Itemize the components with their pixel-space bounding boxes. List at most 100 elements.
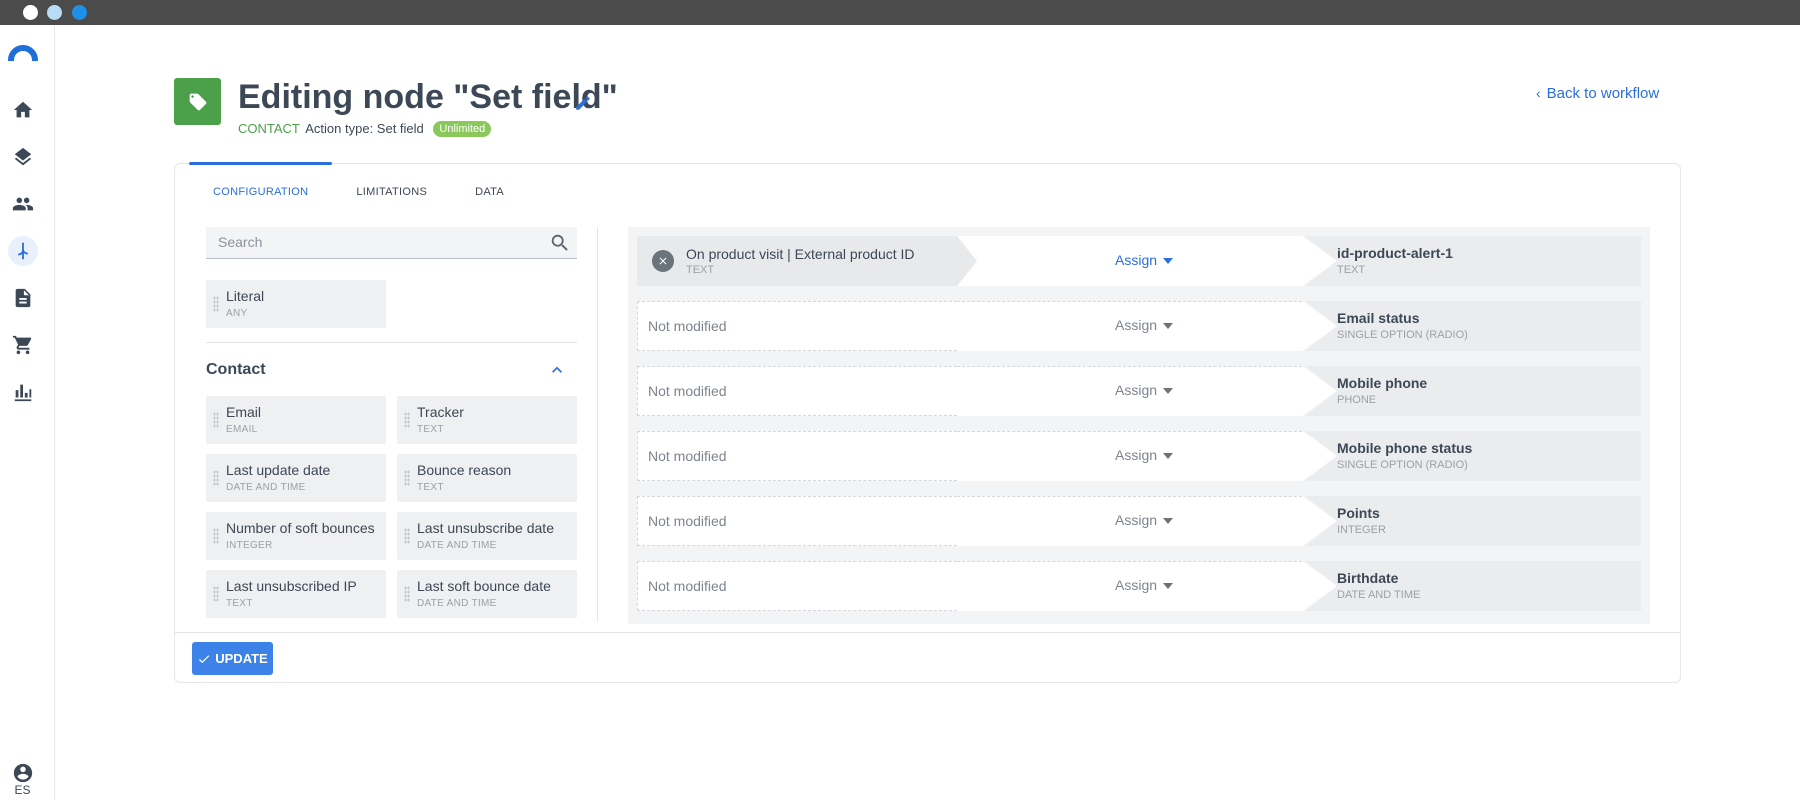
- entity-label: CONTACT: [238, 121, 300, 136]
- tab-configuration[interactable]: CONFIGURATION: [189, 162, 333, 214]
- source-empty-label: Not modified: [648, 318, 727, 334]
- field-chip[interactable]: Last unsubscribe date DATE AND TIME: [397, 512, 577, 560]
- field-type: DATE AND TIME: [226, 482, 306, 493]
- field-chip[interactable]: Tracker TEXT: [397, 396, 577, 444]
- operation-label[interactable]: Assign: [1115, 317, 1157, 333]
- mapping-row: On product visit | External product ID T…: [637, 236, 1641, 286]
- pencil-icon: [576, 96, 590, 110]
- sidebar-item-commerce[interactable]: [8, 330, 38, 360]
- field-chip[interactable]: Email EMAIL: [206, 396, 386, 444]
- node-type-badge: [174, 78, 221, 125]
- mapping-source-dropzone[interactable]: Not modified: [637, 366, 977, 416]
- field-search: [206, 227, 577, 259]
- field-name: Last unsubscribe date: [417, 520, 554, 536]
- back-to-workflow-link[interactable]: ‹ Back to workflow: [1536, 85, 1659, 102]
- caret-down-icon[interactable]: [1163, 388, 1173, 394]
- sidebar-item-analytics[interactable]: [8, 377, 38, 407]
- check-icon: [199, 654, 210, 663]
- window-minimize-dot[interactable]: [47, 5, 62, 20]
- cart-icon: [12, 335, 32, 355]
- back-link-label: Back to workflow: [1546, 85, 1660, 102]
- contacts-icon: [12, 197, 34, 211]
- tab-data[interactable]: DATA: [451, 164, 528, 214]
- update-button[interactable]: UPDATE: [192, 642, 273, 675]
- sidebar: ES: [0, 25, 55, 800]
- field-type: DATE AND TIME: [417, 598, 497, 609]
- operation-label[interactable]: Assign: [1115, 577, 1157, 593]
- sidebar-item-layers[interactable]: [8, 142, 38, 172]
- sidebar-item-contacts[interactable]: [8, 189, 38, 219]
- close-icon: [659, 257, 667, 265]
- account-circle-icon: [13, 763, 33, 783]
- action-type-label: Action type: Set field: [305, 121, 424, 136]
- source-empty-label: Not modified: [648, 578, 727, 594]
- drag-handle-icon[interactable]: [213, 296, 219, 312]
- tab-limitations[interactable]: LIMITATIONS: [332, 164, 451, 214]
- field-mapping-panel: On product visit | External product ID T…: [628, 227, 1650, 624]
- caret-down-icon[interactable]: [1163, 323, 1173, 329]
- drag-handle-icon[interactable]: [404, 470, 410, 486]
- edit-title-button[interactable]: [574, 94, 592, 112]
- caret-down-icon[interactable]: [1163, 583, 1173, 589]
- tag-icon: [189, 93, 206, 110]
- caret-down-icon[interactable]: [1163, 518, 1173, 524]
- mapping-source-dropzone[interactable]: Not modified: [637, 496, 977, 546]
- window-maximize-dot[interactable]: [72, 5, 87, 20]
- field-type: EMAIL: [226, 424, 258, 435]
- operation-label[interactable]: Assign: [1115, 512, 1157, 528]
- mapping-row: Not modified Assign Mobile phone PHONE: [637, 366, 1641, 416]
- drag-handle-icon[interactable]: [213, 412, 219, 428]
- drag-handle-icon[interactable]: [213, 528, 219, 544]
- sidebar-item-documents[interactable]: [8, 283, 38, 313]
- field-chip[interactable]: Last update date DATE AND TIME: [206, 454, 386, 502]
- mapping-source-dropzone[interactable]: Not modified: [637, 301, 977, 351]
- target-type: SINGLE OPTION (RADIO): [1337, 329, 1468, 341]
- collapse-section-button[interactable]: [547, 360, 567, 380]
- target-name: Points: [1337, 505, 1380, 521]
- page-title: Editing node "Set field": [238, 78, 618, 116]
- target-type: SINGLE OPTION (RADIO): [1337, 459, 1468, 471]
- source-name: On product visit | External product ID: [686, 246, 915, 262]
- field-name: Last soft bounce date: [417, 578, 551, 594]
- sidebar-item-home[interactable]: [8, 95, 38, 125]
- user-language[interactable]: ES: [0, 783, 45, 797]
- document-icon: [15, 288, 31, 308]
- search-icon[interactable]: [549, 232, 571, 254]
- search-input[interactable]: [206, 227, 526, 257]
- field-name: Literal: [226, 288, 265, 304]
- target-type: INTEGER: [1337, 524, 1386, 536]
- mapping-source-dropzone[interactable]: Not modified: [637, 561, 977, 611]
- drag-handle-icon[interactable]: [404, 586, 410, 602]
- panel-divider: [597, 227, 598, 622]
- field-chip[interactable]: Last unsubscribed IP TEXT: [206, 570, 386, 618]
- window-close-dot[interactable]: [23, 5, 38, 20]
- caret-down-icon[interactable]: [1163, 258, 1173, 264]
- field-chip-literal[interactable]: Literal ANY: [206, 280, 386, 328]
- mapping-source[interactable]: On product visit | External product ID T…: [637, 236, 977, 286]
- drag-handle-icon[interactable]: [213, 470, 219, 486]
- target-type: PHONE: [1337, 394, 1377, 406]
- caret-down-icon[interactable]: [1163, 453, 1173, 459]
- target-name: Mobile phone: [1337, 375, 1428, 391]
- operation-label[interactable]: Assign: [1115, 382, 1157, 398]
- field-chip[interactable]: Number of soft bounces INTEGER: [206, 512, 386, 560]
- operation-label[interactable]: Assign: [1115, 447, 1157, 463]
- target-type: DATE AND TIME: [1337, 589, 1421, 601]
- drag-handle-icon[interactable]: [404, 412, 410, 428]
- drag-handle-icon[interactable]: [213, 586, 219, 602]
- source-empty-label: Not modified: [648, 383, 727, 399]
- field-chip[interactable]: Last soft bounce date DATE AND TIME: [397, 570, 577, 618]
- field-name: Last unsubscribed IP: [226, 578, 357, 594]
- app-logo[interactable]: [8, 45, 38, 61]
- footer-divider: [175, 632, 1680, 633]
- field-chip[interactable]: Bounce reason TEXT: [397, 454, 577, 502]
- remove-source-button[interactable]: [652, 250, 674, 272]
- source-type: TEXT: [686, 264, 715, 276]
- mapping-source-dropzone[interactable]: Not modified: [637, 431, 977, 481]
- field-type: TEXT: [417, 424, 444, 435]
- sidebar-item-workflow[interactable]: [8, 236, 38, 266]
- drag-handle-icon[interactable]: [404, 528, 410, 544]
- tab-bar: CONFIGURATION LIMITATIONS DATA: [189, 162, 528, 214]
- update-button-label: UPDATE: [215, 651, 268, 666]
- operation-label[interactable]: Assign: [1115, 252, 1157, 268]
